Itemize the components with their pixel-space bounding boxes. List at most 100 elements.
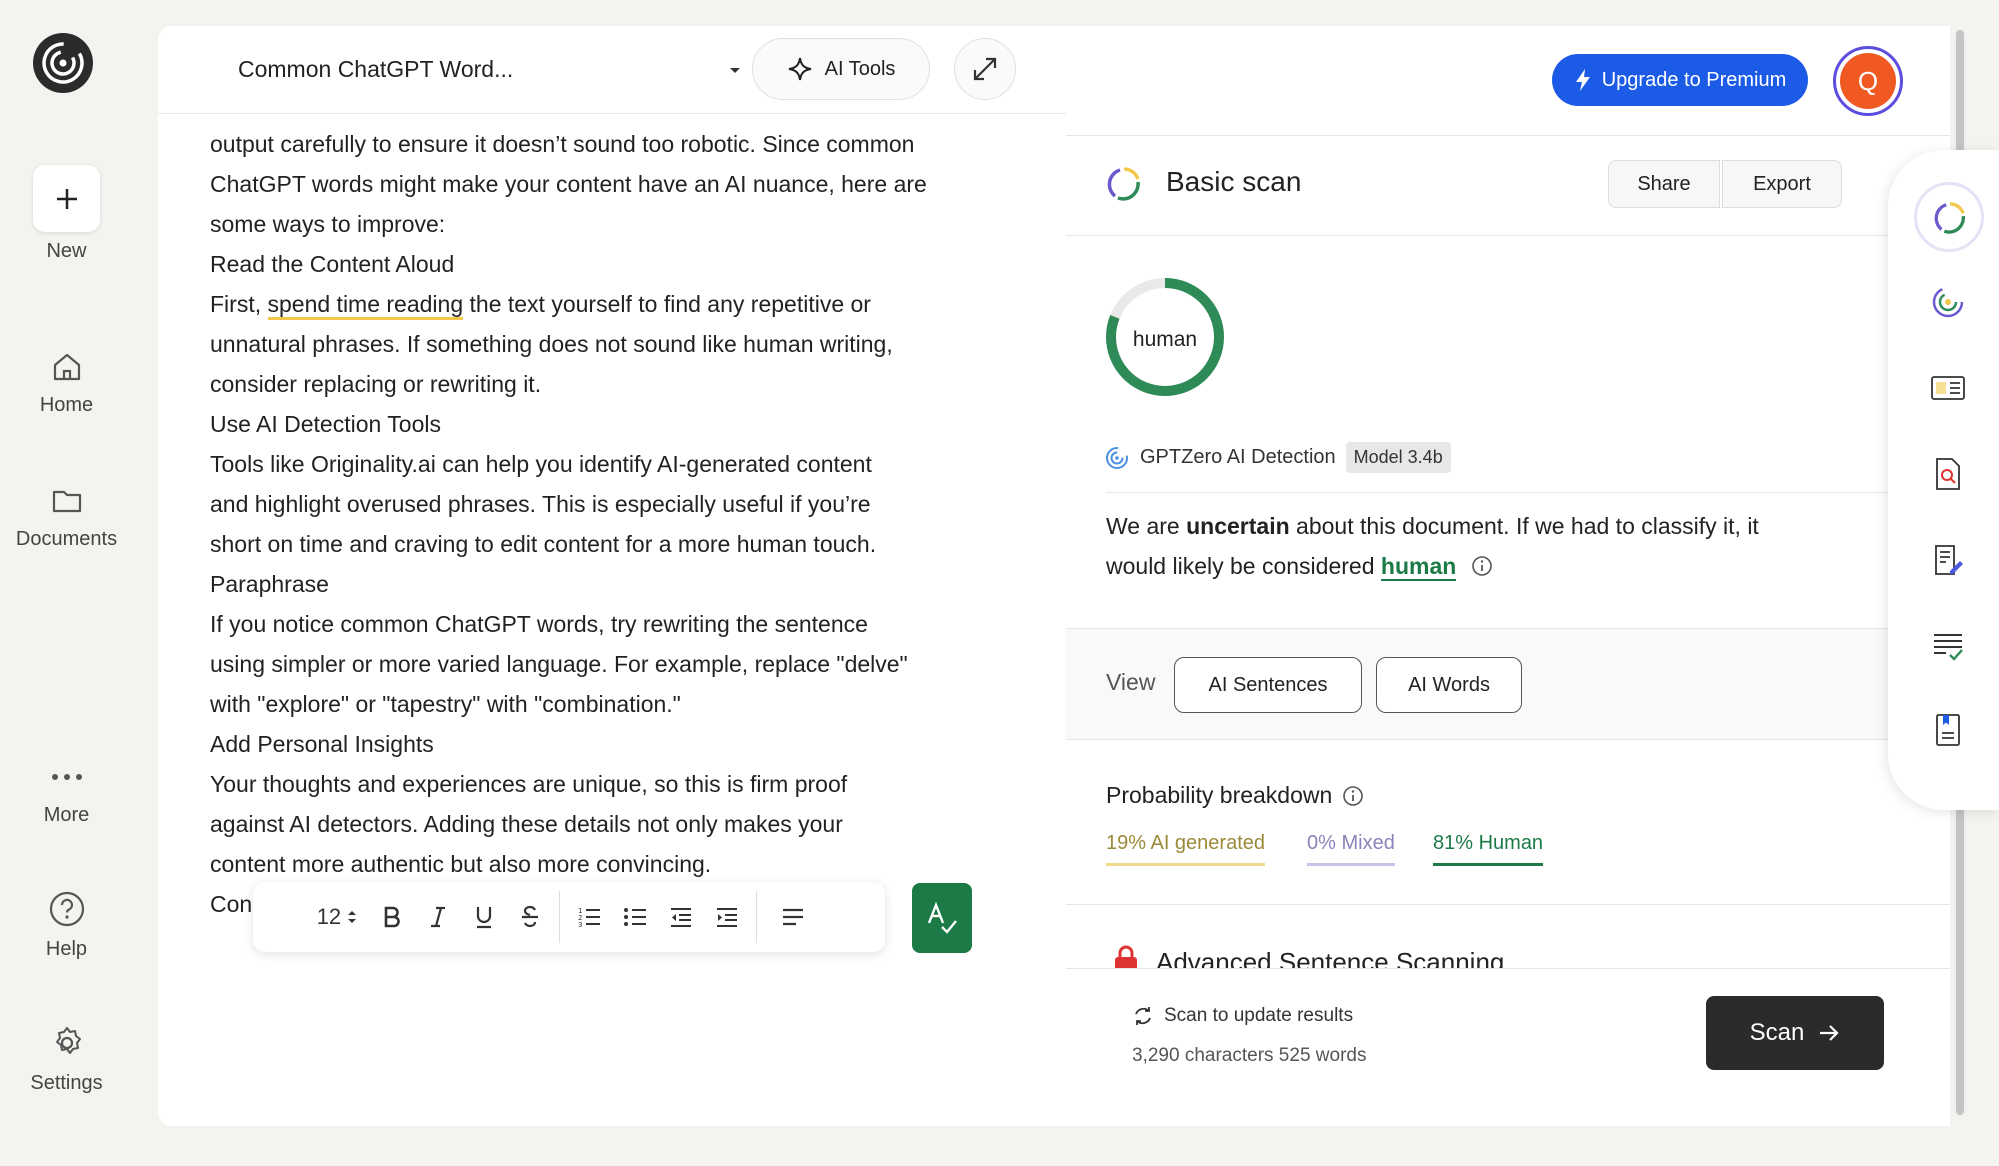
- ai-vocabulary-tool[interactable]: [1930, 370, 1966, 406]
- donut-label: human: [1132, 328, 1198, 351]
- bold-icon: [384, 906, 400, 928]
- more-icon: [51, 774, 82, 780]
- doc-edit-icon: [1935, 545, 1963, 575]
- info-icon[interactable]: [1471, 555, 1493, 577]
- avatar-initial: Q: [1840, 53, 1896, 109]
- export-button[interactable]: Export: [1722, 160, 1842, 208]
- expand-button[interactable]: [954, 38, 1016, 100]
- doc-line: consider replacing or rewriting it.: [210, 371, 542, 397]
- list-check-icon: [1934, 634, 1963, 661]
- share-button[interactable]: Share: [1608, 160, 1720, 208]
- verdict-text: We are uncertain about this document. If…: [1106, 506, 1866, 586]
- outdent-icon: [671, 908, 691, 927]
- help-icon: [49, 891, 84, 927]
- doc-line: ChatGPT words might make your content ha…: [210, 171, 927, 197]
- editor-header: Common ChatGPT Word... AI Tools: [158, 26, 1066, 114]
- results-panel: Upgrade to Premium Q Basic scan Share Ex…: [1066, 26, 1950, 1126]
- avatar[interactable]: Q: [1833, 46, 1903, 116]
- doc-line: Use AI Detection Tools: [210, 411, 441, 437]
- doc-line: Read the Content Aloud: [210, 251, 455, 277]
- basic-scan-tool[interactable]: [1914, 182, 1984, 252]
- writing-feedback-tool[interactable]: [1930, 542, 1966, 578]
- doc-line: against AI detectors. Adding these detai…: [210, 811, 843, 837]
- scan-title: Basic scan: [1166, 166, 1302, 197]
- strikethrough-button[interactable]: [507, 897, 553, 937]
- doc-line: If you notice common ChatGPT words, try …: [210, 611, 868, 637]
- nav-help[interactable]: Help: [0, 890, 133, 961]
- gptzero-logo-icon[interactable]: [33, 33, 93, 93]
- doc-line: and highlight overused phrases. This is …: [210, 491, 871, 517]
- spellcheck-button[interactable]: [912, 883, 972, 953]
- sparkle-icon: [788, 57, 811, 81]
- nav-home[interactable]: Home: [0, 350, 133, 417]
- doc-line: output carefully to ensure it doesn’t so…: [210, 131, 915, 157]
- prob-human[interactable]: 81% Human: [1433, 832, 1544, 866]
- grammar-check-tool[interactable]: [1930, 628, 1966, 664]
- verdict-human: human: [1380, 553, 1457, 581]
- prob-ai-generated[interactable]: 19% AI generated: [1106, 832, 1266, 866]
- nav-home-label: Home: [39, 394, 94, 416]
- tool-rail: [1888, 150, 1999, 810]
- chevron-down-icon[interactable]: [728, 66, 742, 76]
- probability-title-text: Probability breakdown: [1106, 782, 1333, 808]
- nav-help-label: Help: [45, 938, 88, 960]
- italic-icon: [431, 906, 445, 928]
- scan-update-text: Scan to update results: [1164, 1005, 1354, 1026]
- nav-settings-label: Settings: [30, 1072, 103, 1094]
- doc-line: Tools like Originality.ai can help you i…: [210, 451, 872, 477]
- font-size-select[interactable]: 12: [305, 897, 369, 937]
- citation-tool[interactable]: [1930, 712, 1966, 748]
- doc-line: some ways to improve:: [210, 211, 446, 237]
- document-body[interactable]: output carefully to ensure it doesn’t so…: [210, 124, 1030, 924]
- bold-button[interactable]: [369, 897, 415, 937]
- ai-tools-button[interactable]: AI Tools: [752, 38, 930, 100]
- outdent-button[interactable]: [658, 897, 704, 937]
- view-label: View: [1106, 669, 1156, 695]
- ai-words-button[interactable]: AI Words: [1376, 657, 1522, 713]
- info-icon[interactable]: [1342, 785, 1364, 807]
- ordered-list-button[interactable]: 123: [566, 897, 612, 937]
- verdict-text-part: would likely be considered: [1106, 553, 1381, 579]
- upgrade-premium-button[interactable]: Upgrade to Premium: [1552, 54, 1808, 106]
- underline-button[interactable]: [461, 897, 507, 937]
- advanced-scan-tool[interactable]: [1930, 284, 1966, 320]
- character-word-count: 3,290 characters 525 words: [1132, 1045, 1367, 1066]
- detector-name: GPTZero AI Detection: [1140, 446, 1336, 468]
- expand-icon: [973, 57, 997, 81]
- italic-button[interactable]: [415, 897, 461, 937]
- nav-more[interactable]: More: [0, 760, 133, 827]
- suggestion-highlight[interactable]: spend time reading: [267, 291, 464, 320]
- nav-documents[interactable]: Documents: [0, 484, 133, 551]
- new-document-button[interactable]: [33, 165, 100, 232]
- scan-progress-icon: [1107, 167, 1140, 201]
- verdict-text-part: We are: [1106, 513, 1187, 539]
- bullet-list-button[interactable]: [612, 897, 658, 937]
- scan-button[interactable]: Scan: [1706, 996, 1884, 1070]
- doc-text: the text yourself to find any repetitive…: [463, 291, 871, 317]
- svg-text:3: 3: [578, 921, 582, 928]
- folder-icon: [52, 490, 81, 513]
- align-button[interactable]: [763, 897, 823, 937]
- scan-footer: Scan to update results 3,290 characters …: [1066, 968, 1950, 1126]
- upgrade-label: Upgrade to Premium: [1601, 68, 1787, 91]
- doc-line: with "explore" or "tapestry" with "combi…: [210, 691, 681, 717]
- probability-breakdown-title: Probability breakdown: [1106, 782, 1364, 809]
- target-icon: [1932, 286, 1964, 318]
- refresh-icon: [1135, 1007, 1151, 1025]
- doc-search-icon: [1936, 458, 1960, 490]
- ai-sentences-button[interactable]: AI Sentences: [1174, 657, 1362, 713]
- document-title[interactable]: Common ChatGPT Word...: [238, 56, 513, 83]
- indent-button[interactable]: [704, 897, 750, 937]
- scan-header: Basic scan Share Export: [1066, 136, 1950, 236]
- ordered-list-icon: 123: [578, 907, 600, 928]
- home-icon: [53, 353, 80, 381]
- verdict-text-part: about this document. If we had to classi…: [1289, 513, 1759, 539]
- prob-mixed[interactable]: 0% Mixed: [1307, 832, 1395, 866]
- nav-more-label: More: [43, 804, 90, 826]
- nav-settings[interactable]: Settings: [0, 1024, 133, 1095]
- doc-line: Your thoughts and experiences are unique…: [210, 771, 848, 797]
- format-toolbar: 12 123: [253, 882, 885, 952]
- view-section: View AI Sentences AI Words: [1066, 628, 1950, 740]
- verdict-uncertain: uncertain: [1186, 513, 1290, 539]
- plagiarism-tool[interactable]: [1930, 456, 1966, 492]
